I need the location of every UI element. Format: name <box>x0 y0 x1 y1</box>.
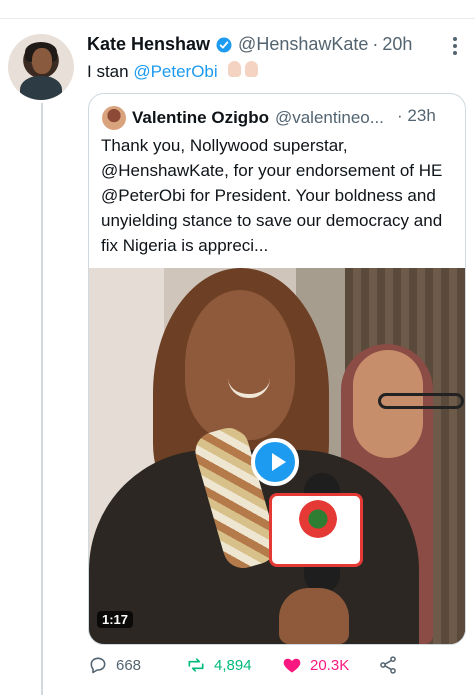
tweet-time[interactable]: 20h <box>382 34 412 55</box>
author-name[interactable]: Kate Henshaw <box>87 34 210 55</box>
reply-icon <box>90 657 106 674</box>
video-thumbnail[interactable]: 1:17 <box>89 268 465 644</box>
tweet-header: Kate Henshaw @HenshawKate · 20h <box>87 34 412 55</box>
avatar-body <box>20 76 62 100</box>
video-duration: 1:17 <box>97 611 134 628</box>
like-icon <box>283 658 301 673</box>
quoted-tweet[interactable]: Valentine Ozigbo @valentineo... · 23h Th… <box>88 93 466 645</box>
tweet-text: I stan @PeterObi <box>87 61 262 83</box>
quote-author-name[interactable]: Valentine Ozigbo <box>132 108 269 128</box>
avatar[interactable] <box>8 34 74 100</box>
reply-button[interactable]: 668 <box>88 655 141 675</box>
speaker-hand <box>279 588 349 644</box>
background-person-glasses <box>378 393 464 409</box>
top-divider <box>0 0 475 19</box>
thread-line <box>41 103 43 695</box>
retweet-count: 4,894 <box>214 656 252 674</box>
quote-text: Thank you, Nollywood superstar, @Henshaw… <box>101 136 443 255</box>
speaker-face <box>185 290 295 440</box>
tweet-actions: 668 4,894 20.3K <box>88 653 464 681</box>
verified-icon <box>216 37 232 52</box>
quote-time[interactable]: 23h <box>407 106 435 125</box>
hands-emoji-icon <box>228 61 262 83</box>
quote-author-handle[interactable]: @valentineo... <box>275 108 384 128</box>
retweet-button[interactable]: 4,894 <box>186 655 252 675</box>
retweet-icon <box>188 658 204 672</box>
quote-separator-dot: · <box>397 106 403 125</box>
author-handle[interactable]: @HenshawKate <box>238 34 368 55</box>
separator-dot: · <box>372 34 379 54</box>
like-button[interactable]: 20.3K <box>282 655 349 675</box>
reply-count: 668 <box>116 656 142 674</box>
share-button[interactable] <box>378 655 398 675</box>
quote-header: Valentine Ozigbo @valentineo... <box>102 106 384 130</box>
more-icon[interactable] <box>448 34 462 58</box>
microphone-logo <box>299 500 337 538</box>
play-icon <box>272 453 286 471</box>
play-button[interactable] <box>251 438 299 486</box>
share-icon <box>380 656 396 674</box>
tweet-text-prefix: I stan <box>87 62 134 81</box>
quote-time-wrap: · 23h <box>397 106 436 126</box>
mention-link[interactable]: @PeterObi <box>133 62 217 81</box>
avatar-face <box>32 48 52 74</box>
quote-avatar[interactable] <box>102 106 126 130</box>
like-count: 20.3K <box>310 656 350 674</box>
